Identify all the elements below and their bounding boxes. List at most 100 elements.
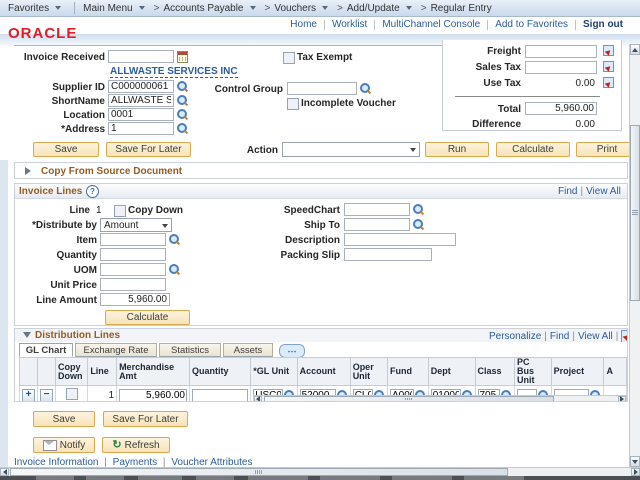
- packing-slip-input[interactable]: [344, 248, 432, 261]
- line-number-value: 1: [96, 205, 102, 216]
- supplier-name-link[interactable]: ALLWASTE SERVICES INC: [110, 66, 238, 78]
- calculate-button[interactable]: Calculate: [496, 142, 570, 157]
- speedchart-lookup-icon[interactable]: [413, 204, 424, 215]
- save-button[interactable]: Save: [33, 142, 99, 157]
- dist-view-all-link[interactable]: View All: [578, 331, 613, 342]
- freight-calculate-icon[interactable]: [603, 45, 614, 56]
- breadcrumb-add-update[interactable]: Add/Update: [347, 3, 400, 14]
- address-lookup-icon[interactable]: [177, 123, 188, 134]
- grid-scroll-left-button[interactable]: [254, 396, 262, 402]
- unit-price-input[interactable]: [100, 278, 166, 291]
- sales-tax-calculate-icon[interactable]: [603, 61, 614, 72]
- worklist-link[interactable]: Worklist: [332, 19, 367, 30]
- horizontal-scrollbar[interactable]: [0, 467, 640, 476]
- quantity-input[interactable]: [100, 248, 166, 261]
- distribute-by-select[interactable]: Amount: [100, 218, 172, 232]
- grid-scroll-right-button[interactable]: [618, 396, 626, 402]
- incomplete-voucher-checkbox[interactable]: [287, 98, 299, 110]
- tax-exempt-checkbox[interactable]: [283, 52, 295, 64]
- item-input[interactable]: [100, 233, 166, 246]
- shortname-lookup-icon[interactable]: [177, 95, 188, 106]
- col-oper-unit: Oper Unit: [350, 358, 387, 386]
- calendar-icon[interactable]: [177, 51, 188, 63]
- vertical-scrollbar[interactable]: [629, 44, 640, 467]
- divider: [374, 20, 375, 30]
- tab-statistics[interactable]: Statistics: [159, 343, 221, 357]
- row-copy-down-checkbox[interactable]: [66, 388, 78, 400]
- tab-assets[interactable]: Assets: [223, 343, 273, 357]
- collapse-arrow-icon[interactable]: [23, 332, 31, 338]
- sign-out-link[interactable]: Sign out: [583, 19, 623, 30]
- uom-input[interactable]: [100, 263, 166, 276]
- item-lookup-icon[interactable]: [169, 234, 180, 245]
- ship-to-lookup-icon[interactable]: [413, 219, 424, 230]
- help-icon[interactable]: ?: [86, 185, 99, 198]
- supplier-id-input[interactable]: [108, 80, 174, 93]
- chevron-down-icon: [250, 6, 256, 10]
- view-all-link[interactable]: View All: [586, 186, 621, 197]
- footer-save-button[interactable]: Save: [33, 411, 95, 427]
- main-menu[interactable]: Main Menu: [83, 3, 132, 14]
- horizontal-scrollbar-thumb[interactable]: [10, 468, 508, 476]
- vertical-scrollbar-thumb[interactable]: [630, 125, 640, 301]
- freight-label: Freight: [443, 46, 521, 57]
- distribution-links: Personalize|Find|View All||: [489, 330, 627, 342]
- breadcrumb-vouchers[interactable]: Vouchers: [274, 3, 316, 14]
- tab-gl-chart[interactable]: GL Chart: [19, 343, 73, 357]
- find-link[interactable]: Find: [558, 186, 577, 197]
- dist-find-link[interactable]: Find: [550, 331, 569, 342]
- ship-to-input[interactable]: [344, 218, 410, 231]
- total-input[interactable]: [525, 102, 597, 115]
- action-select[interactable]: [282, 142, 420, 157]
- shortname-input[interactable]: [108, 94, 174, 107]
- invoice-received-input[interactable]: [108, 50, 174, 63]
- tax-exempt-label: Tax Exempt: [297, 52, 352, 63]
- delete-row-button[interactable]: −: [40, 389, 53, 402]
- uom-lookup-icon[interactable]: [169, 264, 180, 275]
- add-to-favorites-link[interactable]: Add to Favorites: [495, 19, 568, 30]
- scroll-up-button[interactable]: [630, 44, 640, 55]
- home-link[interactable]: Home: [290, 19, 317, 30]
- chevron-down-icon: [406, 6, 412, 10]
- favorites-menu[interactable]: Favorites: [8, 3, 49, 14]
- grid-scrollbar-thumb[interactable]: [264, 396, 554, 402]
- sales-tax-input[interactable]: [525, 61, 597, 74]
- control-group-lookup-icon[interactable]: [360, 83, 371, 94]
- save-for-later-button[interactable]: Save For Later: [106, 142, 191, 157]
- line-amount-input[interactable]: [100, 293, 170, 306]
- col-account: Account: [297, 358, 350, 386]
- col-merchandise: Merchandise Amt: [117, 358, 190, 386]
- total-label: Total: [443, 104, 521, 115]
- show-all-columns-icon[interactable]: ⋯: [279, 344, 305, 358]
- address-input[interactable]: [108, 122, 174, 135]
- breadcrumb: Favorites Main Menu > Accounts Payable >…: [0, 0, 640, 17]
- footer-save-for-later-button[interactable]: Save For Later: [103, 411, 188, 427]
- download-grid-icon[interactable]: [621, 330, 627, 342]
- add-row-button[interactable]: +: [22, 389, 35, 402]
- merchandise-amt-input[interactable]: [119, 389, 187, 403]
- line-calculate-button[interactable]: Calculate: [105, 310, 190, 325]
- scroll-left-button[interactable]: [0, 468, 9, 476]
- row-quantity-input[interactable]: [192, 389, 248, 403]
- personalize-link[interactable]: Personalize: [489, 331, 541, 342]
- speedchart-input[interactable]: [344, 203, 410, 216]
- scroll-down-button[interactable]: [630, 456, 640, 467]
- grid-horizontal-scrollbar[interactable]: [253, 395, 627, 402]
- copy-down-checkbox[interactable]: [114, 205, 126, 217]
- copy-from-source-section[interactable]: Copy From Source Document: [14, 162, 628, 179]
- scroll-right-button[interactable]: [631, 468, 640, 476]
- description-input[interactable]: [344, 233, 456, 246]
- tab-exchange-rate[interactable]: Exchange Rate: [75, 343, 157, 357]
- freight-input[interactable]: [525, 45, 597, 58]
- refresh-button[interactable]: ↻Refresh: [102, 437, 170, 453]
- multichannel-console-link[interactable]: MultiChannel Console: [382, 19, 480, 30]
- location-lookup-icon[interactable]: [177, 109, 188, 120]
- expand-arrow-icon[interactable]: [25, 167, 31, 175]
- control-group-input[interactable]: [287, 82, 357, 95]
- run-button[interactable]: Run: [425, 142, 489, 157]
- location-input[interactable]: [108, 108, 174, 121]
- notify-button[interactable]: Notify: [33, 437, 95, 453]
- use-tax-calculate-icon[interactable]: [603, 77, 614, 88]
- divider: [487, 20, 488, 30]
- breadcrumb-accounts-payable[interactable]: Accounts Payable: [163, 3, 243, 14]
